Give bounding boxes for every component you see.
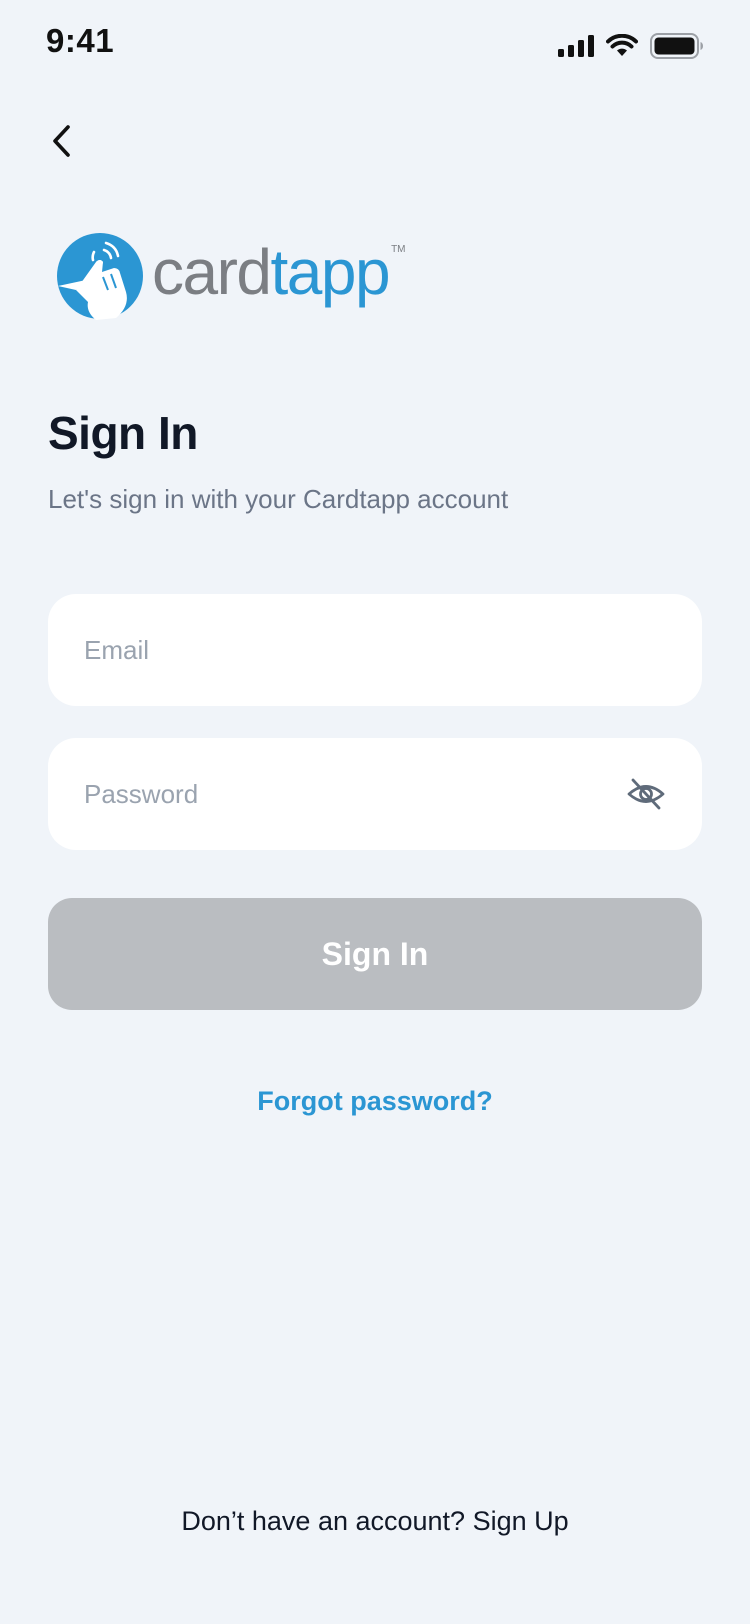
chevron-left-icon xyxy=(50,124,72,163)
tap-hand-icon xyxy=(56,232,144,320)
password-field[interactable] xyxy=(84,738,624,850)
page-title: Sign In xyxy=(48,407,198,459)
password-field-container[interactable] xyxy=(48,738,702,850)
status-icons xyxy=(558,32,704,64)
battery-icon xyxy=(650,32,704,64)
sign-in-button[interactable]: Sign In xyxy=(48,898,702,1010)
wifi-icon xyxy=(606,33,638,63)
page-subtitle: Let's sign in with your Cardtapp account xyxy=(48,484,509,514)
eye-off-icon[interactable] xyxy=(626,774,666,814)
logo-text-tapp: tapp xyxy=(270,236,391,308)
logo-text-card: card xyxy=(152,236,272,308)
forgot-password-link[interactable]: Forgot password? xyxy=(0,1086,750,1117)
back-button[interactable] xyxy=(38,118,84,168)
logo-wordmark: cardtapp TM xyxy=(152,240,406,304)
status-time: 9:41 xyxy=(46,22,115,59)
cellular-signal-icon xyxy=(558,34,594,62)
signup-prompt: Don’t have an account? Sign Up xyxy=(0,1506,750,1537)
email-field-container[interactable] xyxy=(48,594,702,706)
email-field[interactable] xyxy=(84,594,624,706)
signup-prompt-text: Don’t have an account? xyxy=(181,1506,466,1536)
sign-up-link[interactable]: Sign Up xyxy=(473,1506,569,1536)
logo-trademark: TM xyxy=(391,244,406,255)
cardtapp-logo: cardtapp TM xyxy=(56,228,406,324)
status-bar: 9:41 xyxy=(0,0,750,90)
